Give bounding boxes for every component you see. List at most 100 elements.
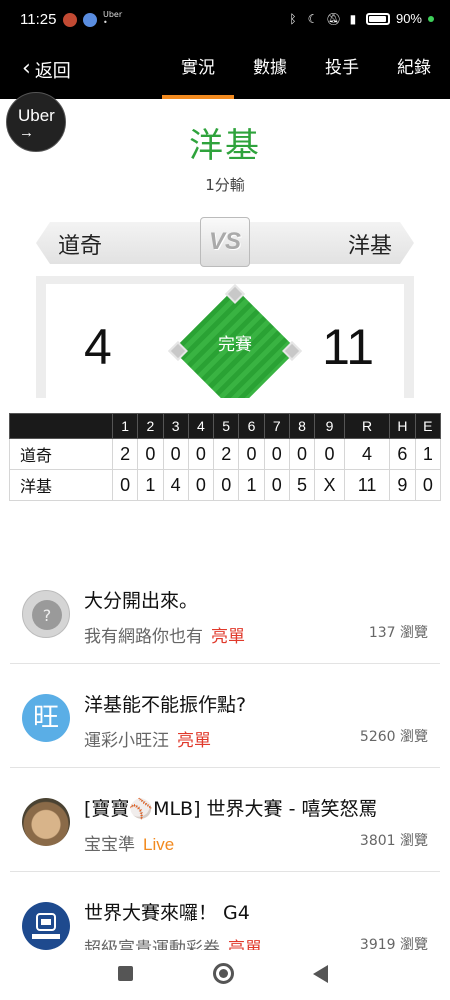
privacy-dot-icon: [428, 15, 434, 22]
result-text: 1分輸: [205, 176, 245, 194]
pug-avatar-icon: [22, 798, 70, 846]
back-label: 返回: [34, 61, 71, 82]
post-title: [寶寶⚾MLB] 世界大賽 - 嘻笑怒罵: [84, 798, 378, 820]
runs-cell: 11: [343, 469, 391, 501]
away-score: 4: [84, 319, 112, 375]
header-cell: [9, 413, 113, 439]
system-nav-bar: [0, 950, 450, 1000]
header-cell: 8: [288, 413, 316, 439]
away-team-banner: 道奇: [36, 222, 208, 264]
linescore-header-row: 1 2 3 4 5 6 7 8 9 R H E: [9, 413, 442, 439]
header-cell: 1: [111, 413, 139, 439]
post-author: 運彩小旺汪: [84, 731, 169, 751]
errors-cell: 1: [414, 438, 442, 470]
home-team-banner: 洋基: [242, 222, 414, 264]
inning-cell: 0: [238, 438, 265, 470]
vs-badge: VS: [200, 217, 250, 267]
header-cell: 7: [263, 413, 290, 439]
notification-app-icon: [83, 13, 97, 27]
status-icons: ᛒ ☾ 🔕︎ ▮ 90%: [286, 11, 434, 26]
inning-cell: 2: [111, 438, 139, 470]
post-meta: 宝宝準 Live: [84, 830, 174, 855]
inning-cell: 0: [137, 438, 164, 470]
inning-cell: 1: [137, 469, 164, 501]
home-score: 11: [322, 319, 374, 375]
post-views: 3801 瀏覽: [359, 833, 428, 849]
linescore-table: 1 2 3 4 5 6 7 8 9 R H E 道奇 2 0 0 0 2 0 0…: [9, 413, 442, 501]
list-item[interactable]: 旺 洋基能不能振作點? 運彩小旺汪 亮單 5260 瀏覽: [0, 664, 450, 768]
away-team-name: 道奇: [58, 234, 103, 259]
header-cell: 9: [314, 413, 345, 439]
header-cell: H: [389, 413, 416, 439]
post-title: 世界大賽來囉！ G4: [84, 902, 250, 924]
post-meta: 我有網路你也有 亮單: [84, 622, 245, 647]
inning-cell: 0: [111, 469, 139, 501]
header-cell: 6: [238, 413, 265, 439]
inning-cell: 2: [213, 438, 240, 470]
inning-cell: 0: [187, 438, 215, 470]
tab-pitchers[interactable]: 投手: [306, 40, 378, 99]
home-button[interactable]: [213, 963, 234, 984]
tab-stats[interactable]: 數據: [234, 40, 306, 99]
team-cell: 洋基: [9, 469, 113, 501]
post-views: 137 瀏覽: [368, 625, 428, 641]
runs-cell: 4: [343, 438, 391, 470]
matchup-bar: 道奇 洋基 VS: [36, 217, 414, 267]
bell-off-icon: 🔕︎: [325, 11, 342, 26]
post-author: 宝宝準: [84, 835, 135, 855]
system-back-button[interactable]: [313, 965, 328, 983]
battery-icon: [365, 12, 390, 25]
baseball-diamond: 完賽: [166, 284, 304, 398]
top-nav: ‹ 返回 實況 數據 投手 紀錄: [0, 40, 450, 99]
header-cell: R: [343, 413, 391, 439]
inning-cell: 4: [162, 469, 189, 501]
header-cell: 5: [213, 413, 240, 439]
signal-icon: ▮: [349, 11, 357, 26]
list-item[interactable]: [寶寶⚾MLB] 世界大賽 - 嘻笑怒罵 宝宝準 Live 3801 瀏覽: [0, 768, 450, 872]
avatar: 旺: [22, 694, 70, 742]
placeholder-avatar-icon: ?: [22, 590, 70, 638]
post-tag: 亮單: [211, 627, 245, 647]
inning-cell: 5: [288, 469, 316, 501]
lottery-shop-logo-icon: [22, 902, 70, 950]
inning-cell: 1: [238, 469, 265, 501]
header-cell: E: [414, 413, 442, 439]
recents-button[interactable]: [118, 966, 133, 981]
scoreboard: 4 完賽 11: [36, 276, 414, 398]
home-team-name: 洋基: [347, 234, 392, 259]
back-button[interactable]: ‹ 返回: [22, 57, 71, 83]
svg-text:?: ?: [43, 606, 52, 625]
post-tag: 亮單: [177, 731, 211, 751]
chevron-left-icon: ‹: [22, 56, 31, 81]
post-title: 洋基能不能振作點?: [84, 694, 247, 716]
errors-cell: 0: [414, 469, 442, 501]
tab-live[interactable]: 實況: [162, 40, 234, 99]
notification-app-icon: [63, 13, 77, 27]
scoreboard-inner: 4 完賽 11: [46, 284, 404, 398]
inning-cell: 0: [187, 469, 215, 501]
inning-cell: 0: [263, 438, 290, 470]
inning-cell: 0: [314, 438, 345, 470]
inning-cell: X: [314, 469, 345, 501]
game-status: 完賽: [218, 335, 252, 355]
inning-cell: 0: [263, 469, 290, 501]
post-meta: 運彩小旺汪 亮單: [84, 726, 211, 751]
header-cell: 3: [162, 413, 189, 439]
list-item[interactable]: ? 大分開出來。 我有網路你也有 亮單 137 瀏覽: [0, 560, 450, 664]
post-views: 5260 瀏覽: [359, 729, 428, 745]
hits-cell: 6: [389, 438, 416, 470]
header-cell: 2: [137, 413, 164, 439]
status-time: 11:25: [20, 11, 57, 28]
inning-cell: 0: [288, 438, 316, 470]
hits-cell: 9: [389, 469, 416, 501]
post-tag: Live: [143, 835, 175, 854]
post-title: 大分開出來。: [84, 590, 199, 612]
inning-cell: 0: [162, 438, 189, 470]
notification-app-icon: Uber •: [103, 10, 123, 27]
tab-records[interactable]: 紀錄: [378, 40, 450, 99]
bluetooth-icon: ᛒ: [289, 11, 297, 26]
team-cell: 道奇: [9, 438, 113, 470]
inning-cell: 0: [213, 469, 240, 501]
moon-icon: ☾: [307, 11, 319, 26]
table-row: 道奇 2 0 0 0 2 0 0 0 0 4 6 1: [9, 438, 442, 470]
